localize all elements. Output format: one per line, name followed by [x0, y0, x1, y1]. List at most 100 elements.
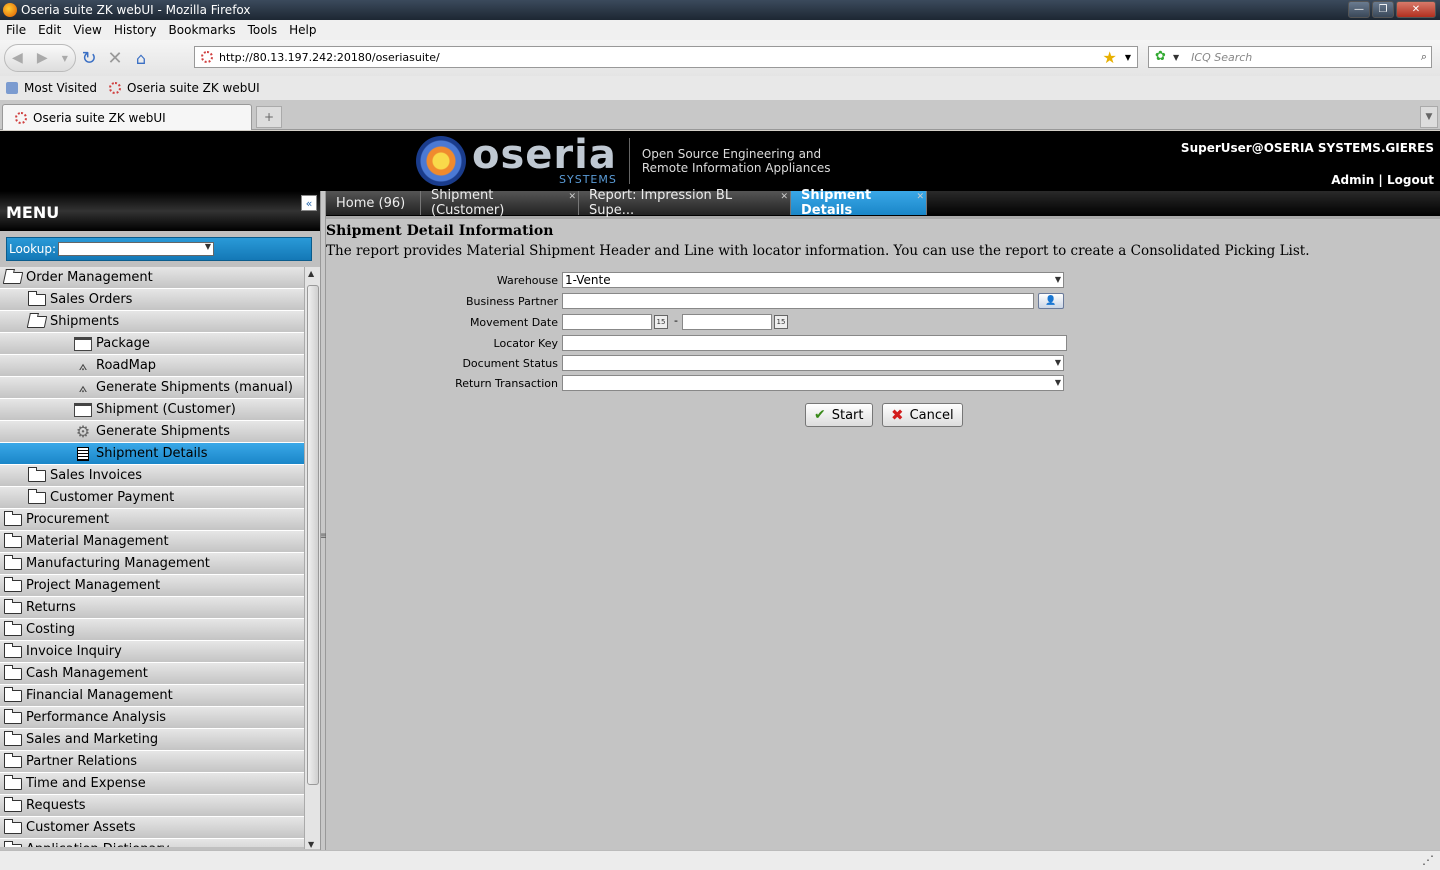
- menu-item-costing[interactable]: Costing: [0, 619, 304, 641]
- home-icon[interactable]: ⌂: [128, 45, 154, 71]
- menu-item-shipments[interactable]: Shipments: [0, 311, 304, 333]
- tab-home[interactable]: Home (96): [326, 191, 421, 215]
- document-status-select[interactable]: ▼: [562, 355, 1064, 371]
- back-icon[interactable]: ◀: [12, 50, 23, 66]
- bookmark-oseria[interactable]: Oseria suite ZK webUI: [109, 81, 260, 95]
- menu-file[interactable]: File: [0, 23, 32, 37]
- menu-item-label: Procurement: [26, 512, 110, 527]
- menu-item-sales-and-marketing[interactable]: Sales and Marketing: [0, 729, 304, 751]
- tab-shipment-details[interactable]: Shipment Details ✕: [791, 188, 927, 218]
- business-partner-label: Business Partner: [466, 295, 558, 308]
- menu-view[interactable]: View: [67, 23, 107, 37]
- menu-history[interactable]: History: [108, 23, 163, 37]
- minimize-button[interactable]: —: [1348, 1, 1370, 18]
- cancel-button[interactable]: ✖ Cancel: [882, 403, 963, 427]
- bookmark-most-visited[interactable]: Most Visited: [6, 81, 97, 95]
- menu-item-returns[interactable]: Returns: [0, 597, 304, 619]
- reload-icon[interactable]: ↻: [76, 45, 102, 71]
- resize-grip-icon[interactable]: ⋰: [1422, 853, 1434, 867]
- tab-list-dropdown-icon[interactable]: ▼: [1420, 106, 1438, 128]
- calendar-icon[interactable]: 15: [654, 315, 668, 329]
- scroll-thumb[interactable]: [307, 285, 319, 785]
- search-icon[interactable]: ⌕: [1421, 50, 1427, 64]
- return-transaction-select[interactable]: ▼: [562, 375, 1064, 391]
- new-tab-button[interactable]: +: [256, 106, 282, 128]
- menu-item-procurement[interactable]: Procurement: [0, 509, 304, 531]
- start-button[interactable]: ✔ Start: [805, 403, 873, 427]
- workflow-icon: ⟑: [78, 379, 88, 396]
- menu-item-sales-invoices[interactable]: Sales Invoices: [0, 465, 304, 487]
- menu-item-time-and-expense[interactable]: Time and Expense: [0, 773, 304, 795]
- locator-key-field[interactable]: [562, 335, 1067, 351]
- menu-item-label: Requests: [26, 798, 86, 813]
- close-tab-icon[interactable]: ✕: [568, 192, 576, 202]
- movement-date-to[interactable]: [682, 314, 772, 330]
- search-input[interactable]: ICQ Search: [1179, 51, 1421, 64]
- scroll-down-icon[interactable]: ▼: [308, 840, 314, 849]
- menu-edit[interactable]: Edit: [32, 23, 67, 37]
- menu-item-roadmap[interactable]: ⟑ RoadMap: [0, 355, 304, 377]
- menu-item-material-management[interactable]: Material Management: [0, 531, 304, 553]
- menu-title: MENU: [6, 203, 60, 222]
- menu-item-performance-analysis[interactable]: Performance Analysis: [0, 707, 304, 729]
- menu-tools[interactable]: Tools: [242, 23, 284, 37]
- menu-help[interactable]: Help: [283, 23, 322, 37]
- url-text[interactable]: http://80.13.197.242:20180/oseriasuite/: [219, 51, 1103, 64]
- folder-icon: [4, 796, 22, 813]
- menu-item-shipment-customer[interactable]: Shipment (Customer): [0, 399, 304, 421]
- menu-item-sales-orders[interactable]: Sales Orders: [0, 289, 304, 311]
- icq-flower-icon[interactable]: ✿: [1155, 50, 1169, 64]
- menu-scrollbar[interactable]: ▲ ▼: [304, 267, 320, 849]
- menu-item-package[interactable]: Package: [0, 333, 304, 355]
- warehouse-label: Warehouse: [496, 274, 558, 287]
- chevron-down-icon[interactable]: ▼: [1055, 275, 1061, 284]
- menu-item-application-dictionary[interactable]: Application Dictionary: [0, 839, 304, 847]
- menu-item-manufacturing-management[interactable]: Manufacturing Management: [0, 553, 304, 575]
- folder-icon: [28, 488, 46, 505]
- stop-icon[interactable]: ✕: [102, 45, 128, 71]
- tab-report-impression[interactable]: Report: Impression BL Supe... ✕: [579, 188, 791, 218]
- back-forward-buttons[interactable]: ◀ ▶ ▼: [4, 44, 76, 72]
- folder-icon: [4, 818, 22, 835]
- menu-item-generate-shipments-manual[interactable]: ⟑ Generate Shipments (manual): [0, 377, 304, 399]
- menu-item-financial-management[interactable]: Financial Management: [0, 685, 304, 707]
- logo-word: oseria: [472, 132, 617, 178]
- menu-item-customer-payment[interactable]: Customer Payment: [0, 487, 304, 509]
- search-bar[interactable]: ✿ ▼ ICQ Search ⌕: [1148, 46, 1432, 68]
- business-partner-field[interactable]: [562, 293, 1034, 309]
- close-tab-icon[interactable]: ✕: [916, 192, 924, 202]
- close-tab-icon[interactable]: ✕: [780, 192, 788, 202]
- browser-tab[interactable]: Oseria suite ZK webUI: [2, 104, 252, 130]
- menu-item-label: Shipments: [50, 314, 120, 329]
- menu-item-label: Manufacturing Management: [26, 556, 210, 571]
- chevron-down-icon[interactable]: ▼: [1055, 358, 1061, 367]
- menu-item-requests[interactable]: Requests: [0, 795, 304, 817]
- menu-item-order-management[interactable]: Order Management: [0, 267, 304, 289]
- movement-date-from[interactable]: [562, 314, 652, 330]
- tab-shipment-customer[interactable]: Shipment (Customer) ✕: [421, 188, 579, 218]
- scroll-up-icon[interactable]: ▲: [308, 269, 314, 278]
- menu-item-invoice-inquiry[interactable]: Invoice Inquiry: [0, 641, 304, 663]
- business-partner-lookup-button[interactable]: 👤: [1038, 293, 1064, 309]
- history-dropdown-icon[interactable]: ▼: [62, 54, 68, 63]
- collapse-menu-icon[interactable]: «: [301, 195, 317, 211]
- maximize-button[interactable]: ❐: [1372, 1, 1394, 18]
- bookmark-star-icon[interactable]: ★: [1103, 48, 1117, 67]
- calendar-icon[interactable]: 15: [774, 315, 788, 329]
- menu-item-partner-relations[interactable]: Partner Relations: [0, 751, 304, 773]
- url-bar[interactable]: http://80.13.197.242:20180/oseriasuite/ …: [194, 46, 1138, 68]
- warehouse-select[interactable]: 1-Vente ▼: [562, 272, 1064, 288]
- url-dropdown-icon[interactable]: ▼: [1125, 53, 1131, 62]
- gear-icon: ⚙: [75, 422, 91, 441]
- close-button[interactable]: ✕: [1396, 1, 1436, 18]
- menu-item-project-management[interactable]: Project Management: [0, 575, 304, 597]
- menu-item-customer-assets[interactable]: Customer Assets: [0, 817, 304, 839]
- menu-item-generate-shipments[interactable]: ⚙ Generate Shipments: [0, 421, 304, 443]
- menu-item-shipment-details[interactable]: Shipment Details: [0, 443, 304, 465]
- admin-logout-links[interactable]: Admin | Logout: [1331, 173, 1434, 187]
- menu-bookmarks[interactable]: Bookmarks: [163, 23, 242, 37]
- menu-item-cash-management[interactable]: Cash Management: [0, 663, 304, 685]
- chevron-down-icon[interactable]: ▼: [1055, 378, 1061, 387]
- forward-icon[interactable]: ▶: [37, 50, 48, 66]
- lookup-select[interactable]: [58, 242, 215, 256]
